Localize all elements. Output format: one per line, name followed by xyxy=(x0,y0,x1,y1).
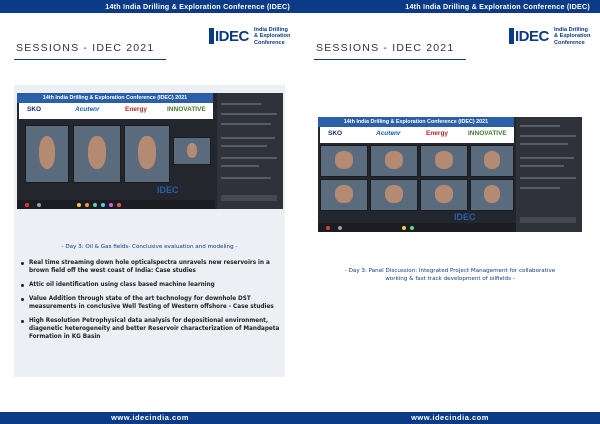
website-footer[interactable]: www.idecindia.com xyxy=(300,412,600,424)
participant-video xyxy=(73,125,121,183)
session-screenshot: 14th India Drilling & Exploration Confer… xyxy=(318,117,582,232)
idec-logo: IDEC India Drilling & Exploration Confer… xyxy=(209,25,291,47)
session-screenshot: 14th India Drilling & Exploration Confer… xyxy=(17,93,283,209)
left-page: 14th India Drilling & Exploration Confer… xyxy=(0,0,300,424)
participant-video xyxy=(370,179,418,211)
sponsor-logo: Acutenr xyxy=(376,130,401,137)
participant-video xyxy=(173,137,211,165)
participant-video xyxy=(420,179,468,211)
sponsor-logo: Acutenr xyxy=(75,106,100,113)
chat-sidebar[interactable] xyxy=(217,93,283,209)
participant-video xyxy=(124,125,170,183)
participant-video xyxy=(25,125,69,183)
participant-video xyxy=(420,145,468,177)
meeting-toolbar[interactable] xyxy=(318,223,516,232)
right-page: 14th India Drilling & Exploration Confer… xyxy=(300,0,600,424)
list-item: Real time streaming down hole opticalspe… xyxy=(20,259,282,275)
sponsor-logo: SKO xyxy=(27,106,42,113)
sponsor-logo: INNOVATIVE xyxy=(167,106,206,113)
conference-header-bar: 14th India Drilling & Exploration Confer… xyxy=(300,0,600,13)
participant-video xyxy=(370,145,418,177)
sponsor-logo: INNOVATIVE xyxy=(468,130,507,137)
sponsor-logo: Energy xyxy=(426,130,449,137)
idec-watermark: IDEC xyxy=(454,212,476,222)
session-caption: - Day 3: Oil & Gas fields- Conclusive ev… xyxy=(61,244,238,250)
idec-logo-mark: IDEC xyxy=(509,28,549,45)
sponsor-logo: Energy xyxy=(125,106,148,113)
heading-underline xyxy=(14,59,166,60)
conference-header-bar: 14th India Drilling & Exploration Confer… xyxy=(0,0,300,13)
idec-logo: IDEC India Drilling & Exploration Confer… xyxy=(509,25,591,47)
screenshot-banner: 14th India Drilling & Exploration Confer… xyxy=(17,93,213,103)
participant-video xyxy=(320,179,368,211)
list-item: High Resolution Petrophysical data analy… xyxy=(20,317,282,341)
chat-sidebar[interactable] xyxy=(516,117,582,232)
sponsor-strip: SKO Acutenr Energy INNOVATIVE xyxy=(320,127,514,143)
session-heading: SESSIONS - IDEC 2021 xyxy=(316,42,455,54)
idec-logo-mark: IDEC xyxy=(209,28,249,45)
idec-logo-tagline: India Drilling & Exploration Conference xyxy=(254,27,291,46)
screenshot-banner: 14th India Drilling & Exploration Confer… xyxy=(318,117,514,127)
list-item: Value Addition through state of the art … xyxy=(20,295,282,311)
idec-watermark: IDEC xyxy=(157,185,179,195)
session-heading: SESSIONS - IDEC 2021 xyxy=(16,42,155,54)
idec-logo-tagline: India Drilling & Exploration Conference xyxy=(554,27,591,46)
meeting-toolbar[interactable] xyxy=(17,200,215,209)
participant-video xyxy=(470,179,514,211)
sponsor-logo: SKO xyxy=(328,130,343,137)
participant-video xyxy=(470,145,514,177)
list-item: Attic oil identification using class bas… xyxy=(20,281,282,289)
session-topics-list: Real time streaming down hole opticalspe… xyxy=(20,259,282,347)
heading-underline xyxy=(314,59,466,60)
session-caption: - Day 3: Panel Discussion: Integrated Pr… xyxy=(344,268,556,282)
website-footer[interactable]: www.idecindia.com xyxy=(0,412,300,424)
sponsor-strip: SKO Acutenr Energy INNOVATIVE xyxy=(19,103,213,119)
participant-video xyxy=(320,145,368,177)
